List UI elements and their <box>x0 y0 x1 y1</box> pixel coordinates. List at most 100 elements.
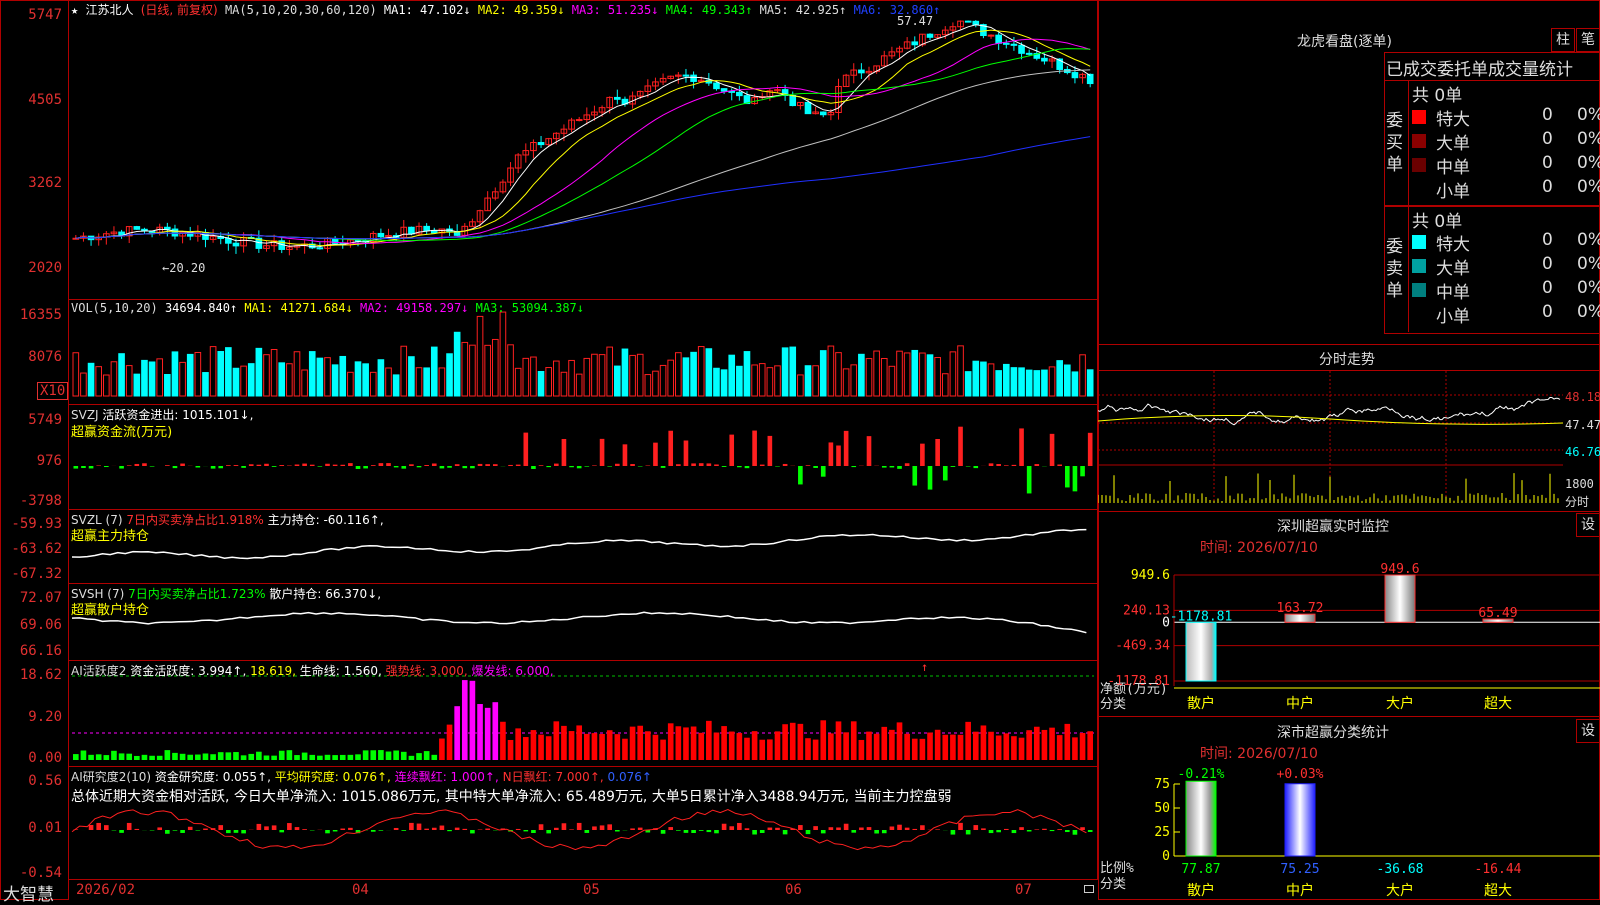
activity-bar <box>80 750 87 760</box>
ai2-arrow: ↑ <box>921 660 929 674</box>
lock-icon[interactable] <box>1084 885 1094 893</box>
svzj-subtitle: 超赢资金流(万元) <box>71 425 173 440</box>
activity-bar <box>248 753 255 760</box>
volume-bar <box>118 353 125 397</box>
volume-bar <box>484 344 491 397</box>
realtime-settings-button[interactable]: 设 <box>1576 513 1600 537</box>
order-vol: 0 <box>1542 254 1553 274</box>
activity-bar <box>1087 731 1093 760</box>
activity-bar <box>507 739 514 760</box>
volume-bar <box>324 357 331 397</box>
main-chart-svg <box>71 20 1094 851</box>
date-axis-label: 06 <box>785 882 802 898</box>
ma1-value: MA1: 47.102↓ <box>383 3 471 17</box>
color-swatch <box>1412 283 1426 297</box>
vol-axis-label: 16355 <box>19 307 62 323</box>
volume-bar <box>987 363 995 397</box>
volume-bar <box>438 367 446 397</box>
activity-bar <box>896 722 903 760</box>
order-vol: 0 <box>1542 278 1553 298</box>
candle-body <box>789 94 797 107</box>
volume-bar <box>1071 371 1079 397</box>
activity-bar <box>713 732 720 760</box>
volume-bar <box>842 368 850 397</box>
intraday-price-label: 48.18 <box>1565 390 1600 404</box>
activity-bar <box>149 755 155 760</box>
svzl-subtitle: 超赢主力持仓 <box>71 529 150 544</box>
color-swatch <box>1412 235 1426 249</box>
intraday-chart[interactable] <box>1098 371 1600 511</box>
volume-bar <box>156 358 164 397</box>
volume-bar <box>103 374 110 397</box>
candle-body <box>995 34 1002 44</box>
activity-bar <box>286 750 293 760</box>
volume-bar <box>1025 369 1033 397</box>
activity-bar <box>484 707 491 760</box>
volume-bar <box>369 371 377 397</box>
intraday-price-label: 47.47 <box>1565 418 1600 432</box>
activity-bar <box>164 750 171 760</box>
activity-bar <box>629 726 636 760</box>
order-pct: 0% <box>1577 129 1600 149</box>
color-swatch <box>1412 134 1426 148</box>
volume-bar <box>545 367 552 397</box>
buy-row-l: 大单 0 0% <box>1412 129 1600 154</box>
volume-bar <box>690 351 697 397</box>
favorite-star-icon[interactable]: ★ <box>71 3 78 17</box>
activity-bar <box>660 739 666 760</box>
candle-body <box>1071 72 1079 79</box>
svzj-axis-label: -3798 <box>19 493 62 509</box>
volume-bar <box>1079 354 1086 397</box>
sell-side-label: 委卖单 <box>1386 237 1403 301</box>
period-label[interactable]: (日线, 前复权) <box>141 3 218 17</box>
vol-label: VOL(5,10,20) <box>71 301 158 315</box>
activity-bar <box>332 755 338 760</box>
realtime-bar-chart: 949.6240.130-469.34-1178.81-1178.81散户163… <box>1100 562 1600 712</box>
volume-bar <box>919 352 926 397</box>
intraday-price-label: 46.76 <box>1565 445 1600 459</box>
volume-bar <box>1041 369 1048 397</box>
main-chart-area[interactable]: ★ 江苏北人 (日线, 前复权) MA(5,10,20,30,60,120) M… <box>0 0 1098 905</box>
activity-bar <box>195 754 201 760</box>
volume-bar <box>751 364 758 397</box>
realtime-bar-label: 65.49 <box>1478 606 1517 621</box>
activity-bar <box>179 753 186 760</box>
bar-view-button[interactable]: 柱 <box>1551 28 1575 52</box>
activity-bar <box>469 680 476 760</box>
volume-bar <box>850 364 858 397</box>
volume-bar <box>1002 363 1010 397</box>
activity-bar <box>1026 730 1032 760</box>
vol-unit-badge: X10 <box>37 382 69 400</box>
volume-bar <box>179 361 186 397</box>
volume-bar <box>743 351 751 397</box>
activity-bar <box>1003 733 1010 760</box>
activity-bar <box>706 720 712 760</box>
classify-settings-button[interactable]: 设 <box>1576 719 1600 743</box>
volume-bar <box>797 374 804 397</box>
classify-top-label: -0.21% <box>1178 767 1225 782</box>
volume-bar <box>858 353 865 397</box>
volume-bar <box>308 351 316 397</box>
order-pct: 0% <box>1577 177 1600 197</box>
volume-bar <box>766 367 774 397</box>
activity-bar <box>423 751 430 760</box>
activity-bar <box>271 755 277 760</box>
activity-bar <box>667 723 674 760</box>
volume-bar <box>697 346 705 397</box>
price-axis-label: 2020 <box>28 260 62 276</box>
activity-bar <box>995 735 1002 760</box>
sell-row-m: 中单 0 0% <box>1412 278 1600 303</box>
realtime-bar-label: 949.6 <box>1380 562 1419 577</box>
volume-bar <box>347 371 354 397</box>
vol-ma3: MA3: 53094.387↓ <box>475 301 585 315</box>
volume-bar <box>636 353 644 397</box>
classify-title: 深市超赢分类统计 <box>1277 725 1389 741</box>
classify-axis-label: 75 <box>1154 777 1170 792</box>
sell-total: 共 0单 <box>1412 212 1463 232</box>
tick-view-button[interactable]: 笔 <box>1576 28 1600 52</box>
activity-bar <box>202 753 209 760</box>
candle-body <box>987 34 995 37</box>
activity-bar <box>522 737 529 760</box>
volume-bar <box>896 350 903 397</box>
volume-bar <box>255 347 263 397</box>
